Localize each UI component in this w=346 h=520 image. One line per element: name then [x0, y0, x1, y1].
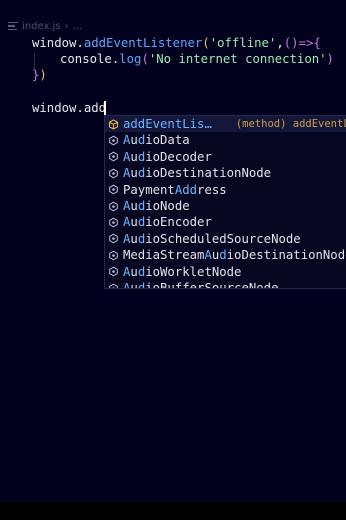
- suggestion-item[interactable]: AudioWorkletNode: [105, 264, 346, 280]
- match-highlight: add: [123, 117, 146, 131]
- token-open-paren: (: [202, 36, 210, 50]
- class-icon: [108, 151, 119, 162]
- label-text: u: [130, 133, 138, 148]
- label-text: ioNode: [145, 198, 190, 213]
- suggestion-label: AudioEncoder: [123, 214, 212, 230]
- token-string: 'No internet connection': [148, 52, 327, 66]
- suggestion-item[interactable]: AudioEncoder: [105, 214, 346, 230]
- breadcrumb: index.js › …: [8, 19, 83, 33]
- token-comma: ,: [276, 36, 284, 50]
- class-icon: [108, 168, 119, 179]
- token-close-paren: ): [326, 52, 334, 66]
- suggestion-item[interactable]: AudioDestinationNode: [105, 165, 346, 181]
- breadcrumb-file[interactable]: index.js: [22, 21, 61, 32]
- token-method: addEventListener: [83, 36, 203, 50]
- code-line-2[interactable]: console.log('No internet connection'): [60, 51, 334, 68]
- token-parens: (): [283, 36, 299, 50]
- suggestion-item[interactable]: PaymentAddress: [105, 182, 346, 198]
- label-text: ioBufferSourceNode: [145, 280, 279, 289]
- class-icon: [108, 201, 119, 212]
- token-close-paren: ): [39, 68, 47, 82]
- menu-lines-icon: [8, 21, 18, 31]
- suggestion-label: MediaStreamAudioDestinationNode: [123, 247, 346, 263]
- token-open-paren: (: [141, 52, 149, 66]
- suggestion-widget[interactable]: addEventLis… (method) addEventLi AudioData…: [104, 115, 346, 289]
- label-text: u: [130, 280, 138, 289]
- suggestion-label: AudioScheduledSourceNode: [123, 231, 301, 247]
- suggestion-item[interactable]: AudioData: [105, 132, 346, 148]
- match-highlight: A: [204, 248, 212, 263]
- typed-text: window.add: [32, 101, 107, 115]
- token-dot: .: [76, 36, 84, 50]
- match-highlight: Add: [174, 182, 198, 197]
- suggestion-label: AudioDecoder: [123, 149, 212, 165]
- code-line-1[interactable]: window.addEventListener('offline',()=>{: [32, 35, 321, 52]
- code-editor[interactable]: index.js › … window.addEventListener('of…: [0, 0, 346, 502]
- token-method: log: [119, 52, 142, 66]
- label-text: ioWorkletNode: [145, 264, 242, 279]
- suggestion-item[interactable]: AudioBufferSourceNode: [105, 280, 346, 289]
- code-line-3[interactable]: }): [32, 67, 47, 84]
- class-icon: [108, 184, 119, 195]
- label-text: u: [130, 215, 138, 230]
- text-cursor: [104, 101, 106, 116]
- label-text: MediaStream: [123, 248, 205, 263]
- breadcrumb-rest[interactable]: …: [73, 21, 83, 32]
- token-window: window: [32, 36, 77, 50]
- class-icon: [108, 266, 119, 277]
- label-text: ress: [197, 182, 227, 197]
- class-icon: [108, 233, 119, 244]
- label-text: ioDestinationNode: [145, 166, 272, 181]
- class-icon: [108, 135, 119, 146]
- suggestion-label: AudioDestinationNode: [123, 165, 271, 181]
- token-string: 'offline': [209, 36, 277, 50]
- class-icon: [108, 283, 119, 288]
- class-icon: [108, 250, 119, 261]
- label-text: u: [130, 264, 138, 279]
- suggestion-label: AudioBufferSourceNode: [123, 280, 279, 289]
- breadcrumb-separator: ›: [64, 20, 69, 32]
- label-text: u: [130, 149, 138, 164]
- class-icon: [108, 217, 119, 228]
- label-text: ioDestinationNode: [226, 248, 346, 263]
- suggestion-label: AudioWorkletNode: [123, 264, 241, 280]
- suggestion-label: addEventLis…: [123, 116, 212, 132]
- suggestion-label: AudioData: [123, 132, 190, 148]
- token-open-brace: {: [313, 36, 321, 50]
- suggestion-label: AudioNode: [123, 198, 190, 214]
- label-text: Payment: [123, 182, 175, 197]
- label-text: u: [130, 198, 138, 213]
- label-text: ioScheduledSourceNode: [145, 231, 301, 246]
- label-text: ioDecoder: [145, 149, 212, 164]
- token-console: console: [60, 52, 112, 66]
- suggestion-item[interactable]: AudioNode: [105, 198, 346, 214]
- label-text: EventLis…: [145, 117, 212, 131]
- suggestion-item[interactable]: AudioScheduledSourceNode: [105, 231, 346, 247]
- code-line-4[interactable]: window.add: [32, 100, 106, 117]
- label-text: ioEncoder: [145, 215, 212, 230]
- label-text: ioData: [145, 133, 190, 148]
- suggestion-label: PaymentAddress: [123, 182, 227, 198]
- label-text: u: [130, 166, 138, 181]
- match-highlight: d: [219, 248, 227, 263]
- suggestion-item[interactable]: addEventLis… (method) addEventLi: [105, 116, 346, 133]
- suggestion-item[interactable]: MediaStreamAudioDestinationNode: [105, 247, 346, 263]
- suggestion-detail: (method) addEventLi: [235, 118, 346, 130]
- method-icon: [108, 119, 119, 130]
- token-arrow: =>: [298, 36, 314, 50]
- suggestion-item[interactable]: AudioDecoder: [105, 149, 346, 165]
- label-text: u: [130, 231, 138, 246]
